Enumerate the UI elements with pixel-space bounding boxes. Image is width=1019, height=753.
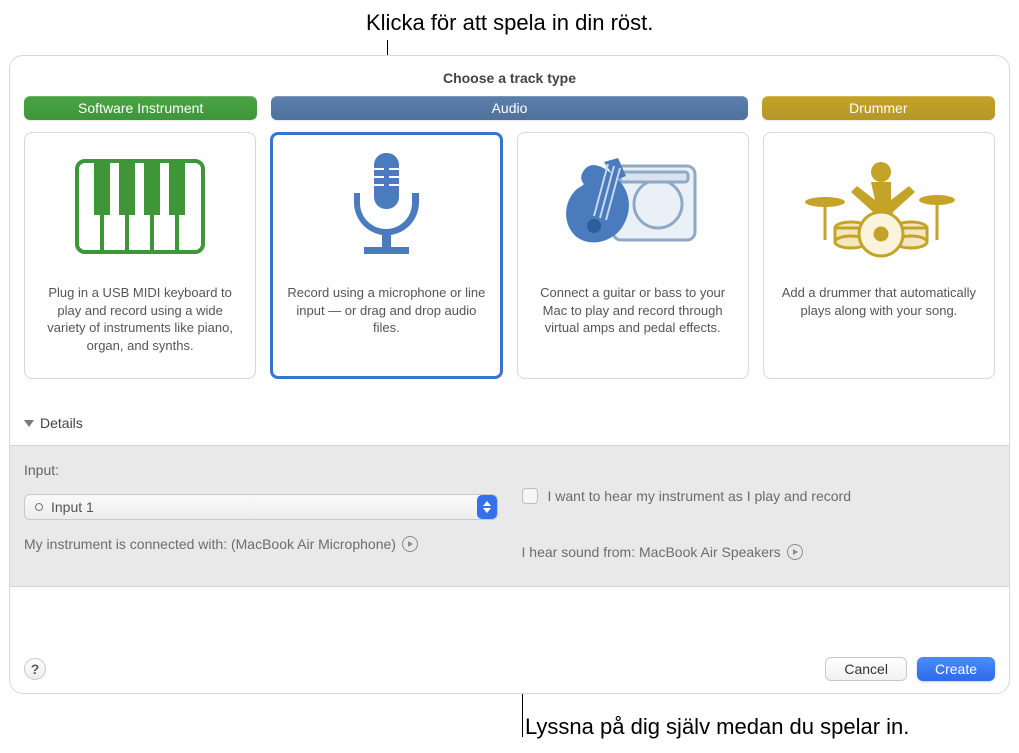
connection-arrow-icon[interactable] <box>402 536 418 552</box>
dialog-title: Choose a track type <box>24 70 995 86</box>
card-desc: Add a drummer that automatically plays a… <box>778 284 980 319</box>
drummer-icon <box>778 149 980 264</box>
footer-buttons: Cancel Create <box>825 657 995 681</box>
guitar-amp-icon <box>532 149 734 264</box>
panel-left: Input: Input 1 My instrument is connecte… <box>24 462 498 560</box>
card-desc: Record using a microphone or line input … <box>285 284 487 337</box>
card-software-instrument[interactable]: Plug in a USB MIDI keyboard to play and … <box>24 132 256 379</box>
create-button[interactable]: Create <box>917 657 995 681</box>
details-toggle[interactable]: Details <box>24 415 83 431</box>
dialog-footer: ? Cancel Create <box>24 647 995 681</box>
monitor-label: I want to hear my instrument as I play a… <box>548 488 851 504</box>
input-channel-icon <box>35 503 43 511</box>
connection-text: My instrument is connected with: (MacBoo… <box>24 536 396 552</box>
card-desc: Connect a guitar or bass to your Mac to … <box>532 284 734 337</box>
microphone-icon <box>285 149 487 264</box>
card-desc: Plug in a USB MIDI keyboard to play and … <box>39 284 241 354</box>
details-label: Details <box>40 415 83 431</box>
chevron-down-icon <box>24 420 34 427</box>
track-cards: Plug in a USB MIDI keyboard to play and … <box>24 132 995 379</box>
keyboard-icon <box>39 149 241 264</box>
monitor-checkbox[interactable] <box>522 488 538 504</box>
monitor-row: I want to hear my instrument as I play a… <box>522 488 996 504</box>
card-audio-mic[interactable]: Record using a microphone or line input … <box>270 132 502 379</box>
select-stepper-icon <box>477 495 497 519</box>
pill-software-instrument[interactable]: Software Instrument <box>24 96 257 120</box>
card-audio-guitar[interactable]: Connect a guitar or bass to your Mac to … <box>517 132 749 379</box>
card-drummer[interactable]: Add a drummer that automatically plays a… <box>763 132 995 379</box>
output-row: I hear sound from: MacBook Air Speakers <box>522 544 996 560</box>
track-type-dialog: Choose a track type Software Instrument … <box>9 55 1010 694</box>
help-button[interactable]: ? <box>24 658 46 680</box>
input-select[interactable]: Input 1 <box>24 494 498 520</box>
pill-drummer[interactable]: Drummer <box>762 96 995 120</box>
input-label: Input: <box>24 462 498 478</box>
details-panel: Input: Input 1 My instrument is connecte… <box>10 445 1009 587</box>
callout-listen: Lyssna på dig själv medan du spelar in. <box>525 714 909 740</box>
input-value: Input 1 <box>51 499 94 515</box>
instrument-connection: My instrument is connected with: (MacBoo… <box>24 536 498 552</box>
output-arrow-icon[interactable] <box>787 544 803 560</box>
category-pills: Software Instrument Audio Drummer <box>24 96 995 120</box>
cancel-button[interactable]: Cancel <box>825 657 907 681</box>
pill-audio[interactable]: Audio <box>271 96 747 120</box>
panel-right: I want to hear my instrument as I play a… <box>522 462 996 560</box>
output-text: I hear sound from: MacBook Air Speakers <box>522 544 781 560</box>
callout-record-voice: Klicka för att spela in din röst. <box>366 10 653 36</box>
